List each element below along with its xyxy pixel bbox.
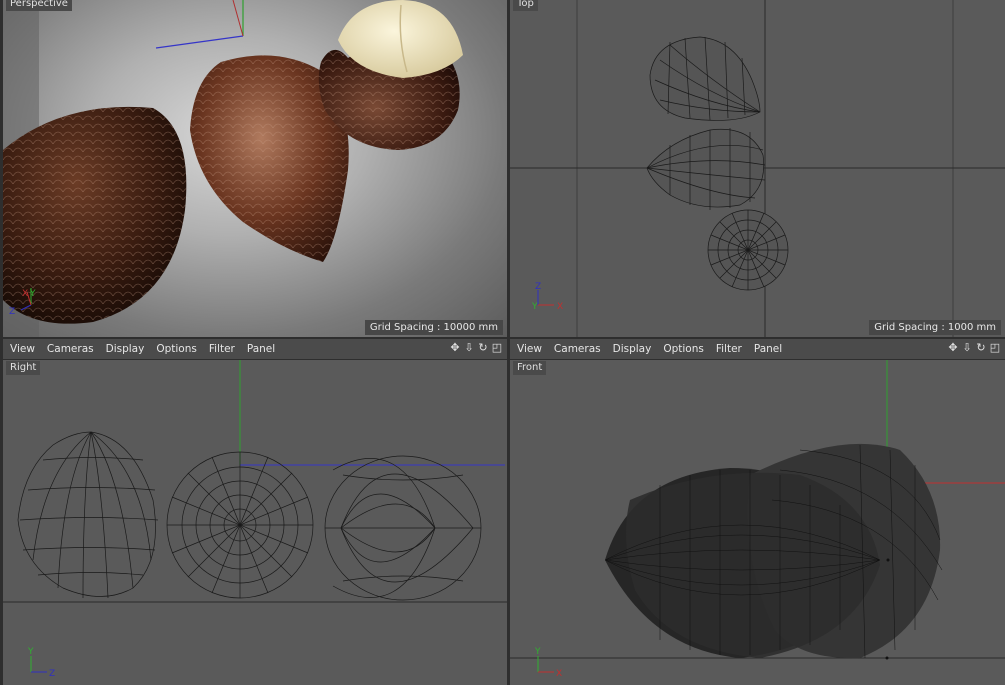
wireframe-fruit-2 (646, 128, 766, 210)
menu-filter[interactable]: Filter (209, 343, 235, 355)
viewport-menubar-front-view: View Cameras Display Options Filter Pane… (510, 339, 1005, 359)
wireframe-fruit-3 (707, 209, 789, 291)
nav-icons: ✥ ⇩ ↻ ◰ (449, 342, 503, 354)
cinema4d-app: X Y Z Perspective Grid Spacing : 10000 m… (0, 0, 1005, 685)
corner-axis-z-label: Z (535, 282, 541, 292)
menu-filter[interactable]: Filter (716, 343, 742, 355)
right-wireframe: Y Z (3, 360, 507, 679)
menu-panel[interactable]: Panel (754, 343, 782, 355)
wireframe-fruit-1 (649, 36, 761, 121)
menu-options[interactable]: Options (156, 343, 197, 355)
menu-options[interactable]: Options (663, 343, 704, 355)
corner-axis-x-label: X (557, 302, 563, 312)
corner-axis-y-label: Y (534, 647, 541, 657)
corner-axis-z-label: Z (49, 669, 55, 679)
corner-axis-y-label: Y (27, 647, 34, 657)
rotate-icon[interactable]: ↻ (477, 342, 489, 354)
wireframe-right-3 (324, 455, 482, 601)
corner-axis-x-label: X (556, 669, 562, 679)
maximize-icon[interactable]: ◰ (491, 342, 503, 354)
front-wireframe: Y X (510, 360, 1005, 679)
world-axis-z (155, 35, 244, 49)
corner-axis-z-label: Z (9, 307, 15, 317)
menu-display[interactable]: Display (613, 343, 652, 355)
wireframe-right-2 (166, 451, 314, 599)
perspective-viewport[interactable]: X Y Z Perspective Grid Spacing : 10000 m… (3, 0, 507, 337)
rotate-icon[interactable]: ↻ (975, 342, 987, 354)
top-viewport[interactable]: Z Y X Top Grid Spacing : 1000 mm (510, 0, 1005, 337)
viewport-label-perspective[interactable]: Perspective (6, 0, 72, 11)
viewport-label-right[interactable]: Right (6, 361, 41, 375)
menu-view[interactable]: View (517, 343, 542, 355)
menu-cameras[interactable]: Cameras (554, 343, 601, 355)
front-viewport[interactable]: Y X Front (510, 360, 1005, 685)
menu-view[interactable]: View (10, 343, 35, 355)
menu-display[interactable]: Display (106, 343, 145, 355)
wireframe-right-1 (17, 431, 159, 599)
nav-icons: ✥ ⇩ ↻ ◰ (947, 342, 1001, 354)
corner-axis-y-label: Y (531, 302, 538, 312)
menu-cameras[interactable]: Cameras (47, 343, 94, 355)
right-viewport[interactable]: Y Z Right (3, 360, 507, 685)
move-icon[interactable]: ✥ (449, 342, 461, 354)
menu-panel[interactable]: Panel (247, 343, 275, 355)
move-icon[interactable]: ✥ (947, 342, 959, 354)
dolly-icon[interactable]: ⇩ (961, 342, 973, 354)
perspective-scene: X Y Z (3, 0, 463, 337)
corner-axis-y-label: Y (29, 289, 36, 299)
top-wireframe: Z Y X (510, 0, 1005, 337)
maximize-icon[interactable]: ◰ (989, 342, 1001, 354)
wireframe-front-dense (605, 443, 941, 659)
viewport-menubar-right-view: View Cameras Display Options Filter Pane… (3, 339, 507, 359)
corner-axis-x-label: X (22, 289, 28, 299)
world-axis-x (232, 0, 244, 37)
grid-spacing-perspective: Grid Spacing : 10000 mm (364, 320, 503, 335)
dolly-icon[interactable]: ⇩ (463, 342, 475, 354)
viewport-label-top[interactable]: Top (513, 0, 538, 11)
grid-spacing-top: Grid Spacing : 1000 mm (869, 320, 1001, 335)
viewport-label-front[interactable]: Front (513, 361, 547, 375)
